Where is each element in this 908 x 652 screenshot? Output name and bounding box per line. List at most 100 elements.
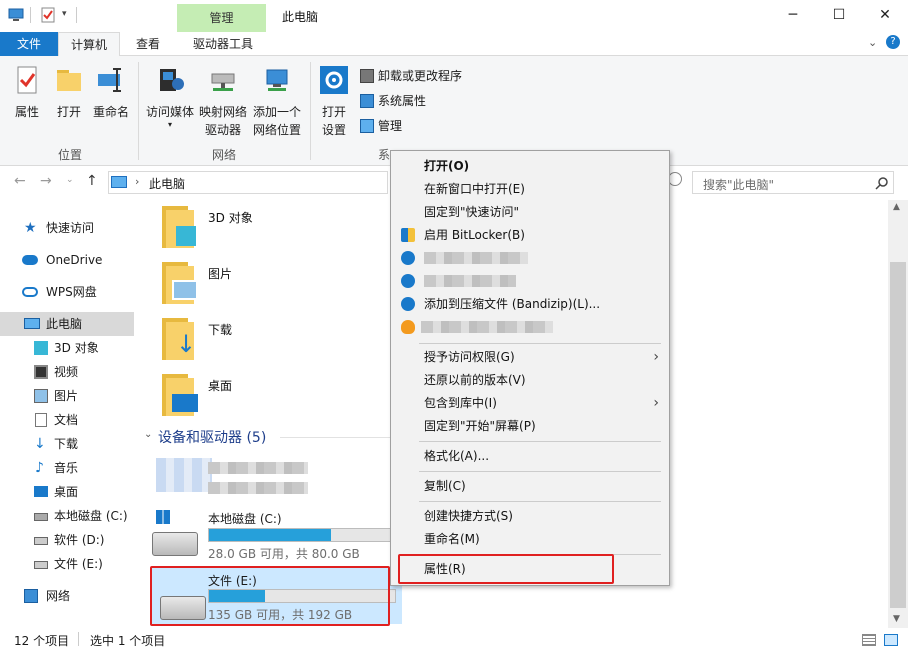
folder-3d-objects[interactable] — [162, 206, 198, 248]
properties-button[interactable]: 属性 — [8, 64, 46, 121]
menu-item-restore-versions[interactable]: 还原以前的版本(V) — [391, 369, 669, 391]
up-arrow-icon[interactable]: ↑ — [86, 173, 98, 189]
menu-item-blurred-2[interactable] — [391, 270, 669, 292]
nav-item-pictures[interactable]: 图片 — [0, 384, 134, 408]
nav-item-drive-e[interactable]: 文件 (E:) — [0, 552, 134, 576]
help-icon[interactable]: ? — [886, 35, 900, 49]
scroll-up-icon[interactable]: ▲ — [893, 202, 900, 212]
folder-downloads[interactable]: ↓ — [162, 318, 198, 360]
drive-c-item[interactable] — [148, 506, 202, 562]
folder-desktop[interactable] — [162, 374, 198, 416]
devices-group-header[interactable]: 设备和驱动器 (5) — [158, 427, 266, 447]
details-view-icon[interactable] — [862, 634, 876, 646]
menu-item-pin-quick-access[interactable]: 固定到"快速访问" — [391, 201, 669, 223]
menu-item-rename[interactable]: 重命名(M) — [391, 528, 669, 550]
shield-icon — [401, 228, 415, 242]
bandizip-icon — [401, 297, 415, 311]
scroll-down-icon[interactable]: ▼ — [893, 614, 900, 624]
system-properties-icon — [360, 94, 374, 108]
map-network-drive-button[interactable]: 映射网络 驱动器 — [196, 64, 250, 139]
nav-item-drive-d[interactable]: 软件 (D:) — [0, 528, 134, 552]
collapse-chevron-icon[interactable]: ⌄ — [144, 429, 152, 440]
uninstall-programs-button[interactable]: 卸载或更改程序 — [360, 66, 462, 86]
menu-separator — [419, 501, 661, 502]
menu-separator — [419, 343, 661, 344]
drive-c-usage-bar — [208, 528, 398, 542]
large-icons-view-icon[interactable] — [884, 634, 898, 646]
window-title: 此电脑 — [282, 10, 319, 24]
menu-item-bandizip-add[interactable]: 添加到压缩文件 (Bandizip)(L)... — [391, 293, 669, 315]
menu-item-pin-start[interactable]: 固定到"开始"屏幕(P) — [391, 415, 669, 437]
back-arrow-icon[interactable]: ← — [14, 173, 26, 189]
drive-c-free: 28.0 GB 可用，共 80.0 GB — [208, 547, 360, 561]
add-location-label-1: 添加一个 — [252, 105, 301, 119]
quick-access-dropdown-icon[interactable]: ▾ — [62, 9, 67, 19]
menu-item-blurred-1[interactable] — [391, 247, 669, 269]
nav-item-onedrive[interactable]: OneDrive — [0, 248, 134, 272]
vertical-scrollbar[interactable]: ▲ ▼ — [888, 200, 908, 628]
nav-item-wps-drive[interactable]: WPS网盘 — [0, 280, 134, 304]
forward-arrow-icon[interactable]: → — [40, 173, 52, 189]
folder-label: 桌面 — [208, 379, 233, 393]
manage-context-tab[interactable]: 管理 — [177, 4, 266, 32]
folder-pictures[interactable] — [162, 262, 198, 304]
uninstall-label: 卸载或更改程序 — [378, 69, 463, 83]
nav-item-this-pc[interactable]: 此电脑 — [0, 312, 134, 336]
nav-item-drive-c[interactable]: 本地磁盘 (C:) — [0, 504, 134, 528]
add-location-label-2: 网络位置 — [252, 123, 301, 137]
menu-label: 打开(O) — [424, 159, 470, 173]
folder-label: 图片 — [208, 267, 233, 281]
open-settings-button[interactable]: 打开 设置 — [314, 64, 354, 139]
search-icon[interactable] — [875, 176, 889, 190]
drive-icon — [34, 561, 48, 569]
menu-item-create-shortcut[interactable]: 创建快捷方式(S) — [391, 505, 669, 527]
system-properties-button[interactable]: 系统属性 — [360, 91, 426, 111]
rename-label: 重命名 — [92, 105, 129, 119]
access-media-button[interactable]: 访问媒体 ▾ — [144, 64, 196, 129]
tab-drive-tools[interactable]: 驱动器工具 — [180, 32, 266, 56]
nav-item-music[interactable]: ♪ 音乐 — [0, 456, 134, 480]
title-bar: ▾ 管理 此电脑 ─ ☐ ✕ — [0, 0, 908, 32]
nav-item-quick-access[interactable]: ★ 快速访问 — [0, 216, 134, 240]
menu-item-open[interactable]: 打开(O) — [391, 155, 669, 177]
menu-item-format[interactable]: 格式化(A)... — [391, 445, 669, 467]
tab-view[interactable]: 查看 — [124, 32, 172, 56]
rename-icon — [98, 68, 121, 92]
open-button[interactable]: 打开 — [50, 64, 88, 121]
menu-item-bitlocker[interactable]: 启用 BitLocker(B) — [391, 224, 669, 246]
manage-button[interactable]: 管理 — [360, 116, 402, 136]
minimize-button[interactable]: ─ — [770, 0, 816, 30]
nav-item-downloads[interactable]: ↓ 下载 — [0, 432, 134, 456]
recent-locations-icon[interactable]: ⌄ — [66, 175, 74, 185]
breadcrumb-chevron-icon[interactable]: › — [135, 175, 139, 188]
close-button[interactable]: ✕ — [862, 0, 908, 30]
menu-item-open-new-window[interactable]: 在新窗口中打开(E) — [391, 178, 669, 200]
add-network-location-button[interactable]: 添加一个 网络位置 — [250, 64, 304, 139]
menu-item-include-library[interactable]: 包含到库中(I) › — [391, 392, 669, 414]
cube-icon — [34, 341, 48, 355]
flame-icon — [401, 320, 415, 334]
nav-item-documents[interactable]: 文档 — [0, 408, 134, 432]
search-input[interactable]: 搜索"此电脑" — [692, 171, 894, 194]
maximize-button[interactable]: ☐ — [816, 0, 862, 30]
refresh-icon[interactable] — [668, 172, 682, 186]
menu-separator — [419, 471, 661, 472]
rename-button[interactable]: 重命名 — [90, 64, 132, 121]
computer-icon — [111, 176, 127, 188]
menu-item-copy[interactable]: 复制(C) — [391, 475, 669, 497]
address-bar[interactable]: › 此电脑 — [108, 171, 388, 194]
network-drive-icon — [211, 73, 235, 91]
menu-item-blurred-3[interactable] — [391, 316, 669, 338]
tab-file[interactable]: 文件 — [0, 32, 58, 56]
menu-item-grant-access[interactable]: 授予访问权限(G) › — [391, 346, 669, 368]
nav-item-videos[interactable]: 视频 — [0, 360, 134, 384]
properties-icon[interactable] — [40, 7, 56, 23]
collapse-ribbon-icon[interactable]: ⌄ — [868, 36, 877, 49]
tab-computer[interactable]: 计算机 — [58, 32, 120, 57]
computer-icon[interactable] — [8, 7, 24, 23]
nav-item-network[interactable]: 网络 — [0, 584, 134, 608]
nav-item-desktop[interactable]: 桌面 — [0, 480, 134, 504]
nav-item-3d-objects[interactable]: 3D 对象 — [0, 336, 134, 360]
titlebar-separator — [30, 7, 31, 23]
scroll-thumb[interactable] — [890, 262, 906, 608]
